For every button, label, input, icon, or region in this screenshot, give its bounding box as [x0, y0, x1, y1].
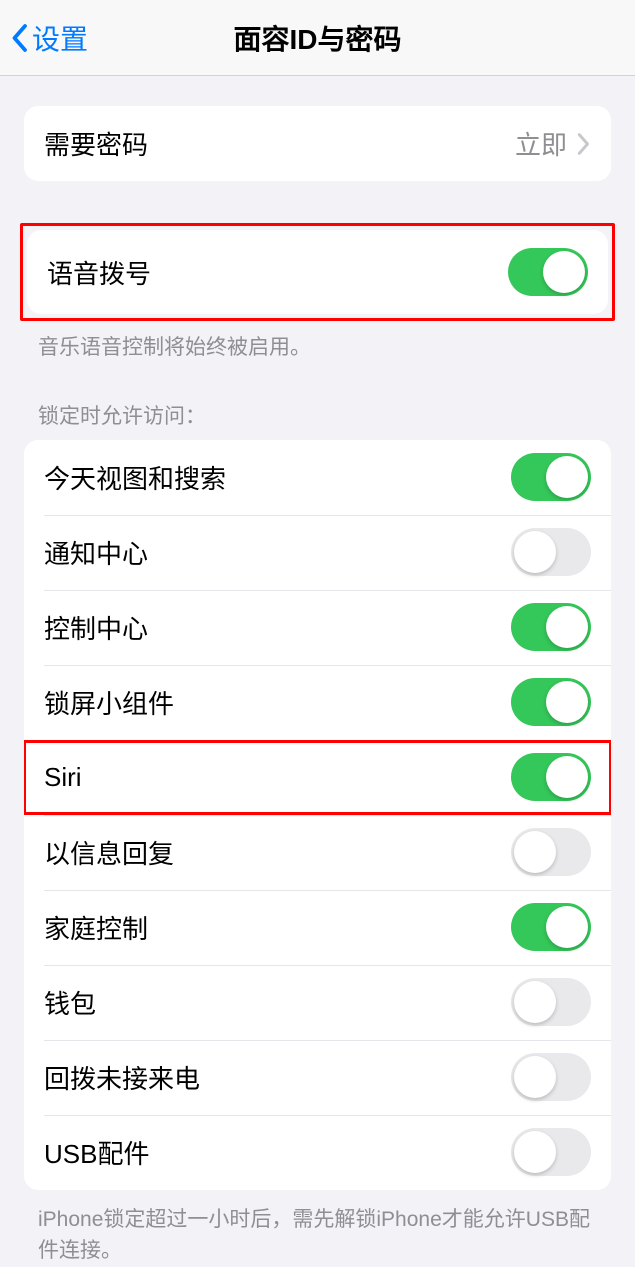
- voice-dial-toggle[interactable]: [508, 248, 588, 296]
- page-title: 面容ID与密码: [0, 18, 635, 58]
- require-passcode-group: 需要密码 立即: [24, 106, 611, 181]
- lock-access-label: 家庭控制: [44, 909, 148, 946]
- back-button[interactable]: 设置: [0, 18, 88, 58]
- toggle-knob: [514, 531, 556, 573]
- lock-access-row: 以信息回复: [24, 815, 611, 890]
- lock-access-footer: iPhone锁定超过一小时后，需先解锁iPhone才能允许USB配件连接。: [0, 1190, 635, 1267]
- lock-access-row: 锁屏小组件: [24, 665, 611, 740]
- voice-dial-footer: 音乐语音控制将始终被启用。: [0, 321, 635, 370]
- require-passcode-label: 需要密码: [44, 125, 148, 162]
- lock-access-row: 通知中心: [24, 515, 611, 590]
- lock-access-label: 通知中心: [44, 534, 148, 571]
- lock-access-label: 回拨未接来电: [44, 1059, 200, 1096]
- toggle-knob: [546, 756, 588, 798]
- lock-access-label: 控制中心: [44, 609, 148, 646]
- lock-access-row: USB配件: [24, 1115, 611, 1190]
- navbar: 设置 面容ID与密码: [0, 0, 635, 76]
- toggle-knob: [514, 1056, 556, 1098]
- lock-access-label: USB配件: [44, 1134, 149, 1171]
- voice-dial-group: 语音拨号: [27, 230, 608, 314]
- lock-access-row: 回拨未接来电: [24, 1040, 611, 1115]
- chevron-right-icon: [577, 132, 591, 156]
- lock-access-row: 钱包: [24, 965, 611, 1040]
- lock-access-toggle[interactable]: [511, 753, 591, 801]
- toggle-knob: [546, 681, 588, 723]
- lock-access-toggle[interactable]: [511, 1128, 591, 1176]
- lock-access-toggle[interactable]: [511, 603, 591, 651]
- voice-dial-highlight: 语音拨号: [20, 223, 615, 321]
- voice-dial-label: 语音拨号: [47, 254, 151, 291]
- toggle-knob: [546, 456, 588, 498]
- lock-access-label: 锁屏小组件: [44, 684, 174, 721]
- lock-access-row: 今天视图和搜索: [24, 440, 611, 515]
- lock-access-row: Siri: [24, 740, 611, 815]
- lock-access-toggle[interactable]: [511, 528, 591, 576]
- lock-access-row: 家庭控制: [24, 890, 611, 965]
- toggle-knob: [514, 1131, 556, 1173]
- voice-dial-row: 语音拨号: [27, 230, 608, 314]
- require-passcode-row[interactable]: 需要密码 立即: [24, 106, 611, 181]
- lock-access-label: 今天视图和搜索: [44, 459, 226, 496]
- lock-access-toggle[interactable]: [511, 453, 591, 501]
- chevron-left-icon: [10, 23, 28, 53]
- lock-access-label: 钱包: [44, 984, 96, 1021]
- lock-access-toggle[interactable]: [511, 903, 591, 951]
- toggle-knob: [543, 251, 585, 293]
- lock-access-label: Siri: [44, 762, 82, 793]
- lock-access-header: 锁定时允许访问：: [0, 370, 635, 439]
- lock-access-toggle[interactable]: [511, 828, 591, 876]
- content: 需要密码 立即 语音拨号 音乐语音控制将始终被启用。 锁定时允许访问： 今天视图…: [0, 76, 635, 1267]
- toggle-knob: [546, 906, 588, 948]
- lock-access-toggle[interactable]: [511, 978, 591, 1026]
- lock-access-toggle[interactable]: [511, 1053, 591, 1101]
- back-label: 设置: [32, 18, 88, 58]
- toggle-knob: [514, 831, 556, 873]
- toggle-knob: [514, 981, 556, 1023]
- lock-access-toggle[interactable]: [511, 678, 591, 726]
- lock-access-label: 以信息回复: [44, 834, 174, 871]
- lock-access-row: 控制中心: [24, 590, 611, 665]
- toggle-knob: [546, 606, 588, 648]
- require-passcode-value: 立即: [515, 125, 591, 162]
- lock-access-group: 今天视图和搜索通知中心控制中心锁屏小组件 Siri 以信息回复家庭控制钱包回拨未接来…: [24, 440, 611, 1190]
